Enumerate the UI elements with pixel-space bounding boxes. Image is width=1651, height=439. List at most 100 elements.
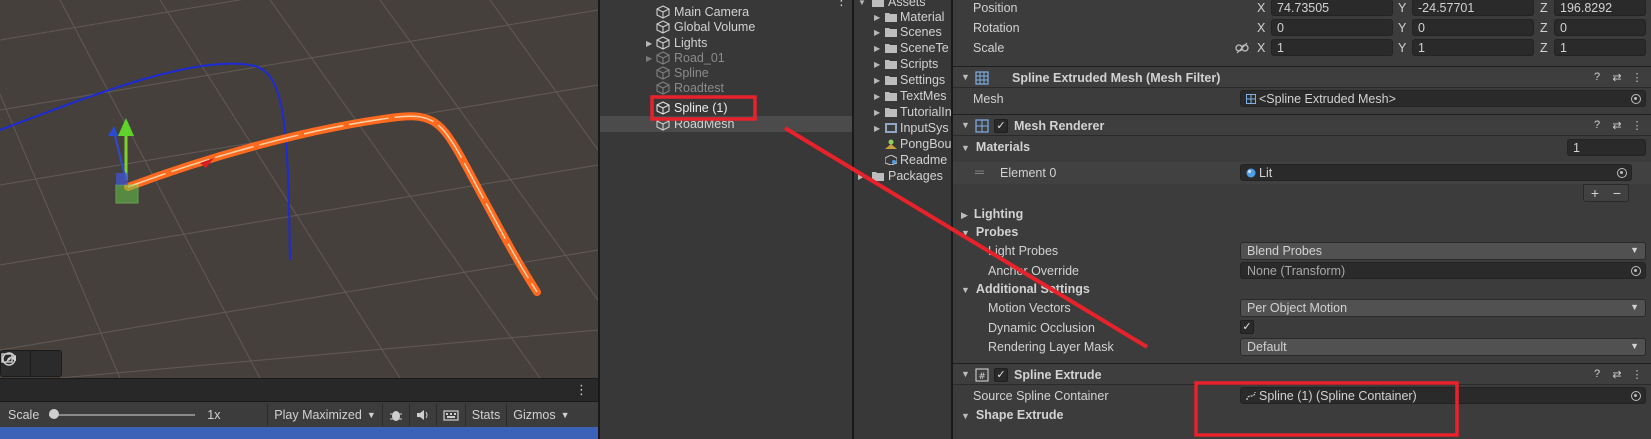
project-folder-scenete[interactable]: ▶ SceneTe (854, 40, 951, 56)
anchor-override-field[interactable]: None (Transform) (1240, 262, 1646, 279)
source-spline-field[interactable]: Spline (1) (Spline Container) (1240, 387, 1646, 404)
rendering-layer-label: Rendering Layer Mask (988, 340, 1114, 354)
project-folder-settings[interactable]: ▶ Settings (854, 72, 951, 88)
additional-settings-foldout[interactable]: ▼ Additional Settings (961, 282, 1090, 296)
project-folder-scenes[interactable]: ▶ Scenes (854, 24, 951, 40)
project-file-readme[interactable]: Readme (854, 152, 951, 168)
scale-x-field[interactable]: 1 (1271, 39, 1393, 56)
chevron-down-icon: ▼ (1630, 302, 1639, 312)
scale-slider-knob[interactable] (49, 408, 60, 419)
audio-icon[interactable] (408, 403, 436, 426)
game-menu-icon[interactable]: ⋮ (575, 382, 588, 398)
hierarchy-item-global-volume[interactable]: Global Volume (600, 19, 852, 35)
expand-arrow-icon[interactable]: ▶ (646, 54, 656, 63)
hierarchy-item-main-camera[interactable]: Main Camera (600, 4, 852, 20)
project-file-pongbou[interactable]: PongBou (854, 136, 951, 152)
folder-icon (885, 13, 897, 22)
rendering-layer-dropdown[interactable]: Default ▼ (1240, 338, 1646, 356)
rotation-z-field[interactable]: 0 (1554, 19, 1646, 36)
project-folder-inputsys[interactable]: ▶ InputSys (854, 120, 951, 136)
rotation-x-field[interactable]: 0 (1271, 19, 1393, 36)
probes-foldout[interactable]: ▼ Probes (961, 225, 1018, 239)
collapse-arrow-icon[interactable]: ▼ (961, 72, 970, 82)
position-z-field[interactable]: 196.8292 (1554, 0, 1646, 16)
bug-icon[interactable] (381, 403, 409, 426)
position-y-field[interactable]: -24.57701 (1412, 0, 1534, 16)
hierarchy-item-road-01[interactable]: ▶ Road_01 (600, 50, 852, 66)
scale-y-field[interactable]: 1 (1412, 39, 1534, 56)
drag-handle-icon[interactable]: ═ (975, 165, 984, 179)
material-field[interactable]: Lit (1240, 164, 1632, 181)
mesh-renderer-header[interactable]: ▼ ✓ Mesh Renderer ? ⇄ ⋮ (953, 114, 1651, 136)
game-view[interactable] (0, 427, 598, 439)
expand-arrow-icon[interactable]: ▶ (858, 172, 864, 181)
rotation-y-field[interactable]: 0 (1412, 19, 1534, 36)
collapse-arrow-icon[interactable]: ▼ (961, 369, 970, 379)
materials-row[interactable]: ▼ Materials 1 (953, 138, 1651, 158)
shape-extrude-foldout[interactable]: ▼ Shape Extrude (961, 408, 1063, 422)
collapse-arrow-icon[interactable]: ▼ (961, 120, 970, 130)
hierarchy-item-spline-1[interactable]: Spline (1) (600, 100, 852, 116)
expand-arrow-icon[interactable]: ▶ (874, 13, 880, 22)
project-folder-textmes[interactable]: ▶ TextMes (854, 88, 951, 104)
expand-arrow-icon[interactable]: ▶ (874, 124, 880, 133)
dynamic-occlusion-checkbox[interactable]: ✓ (1240, 320, 1254, 334)
more-icon[interactable]: ⋮ (1631, 71, 1643, 84)
link-icon[interactable] (1235, 42, 1249, 54)
keyboard-icon[interactable] (435, 403, 465, 426)
presets-icon[interactable]: ⇄ (1611, 71, 1623, 84)
additional-settings-row[interactable]: ▼ Additional Settings (953, 279, 1651, 299)
more-icon[interactable]: ⋮ (1631, 368, 1643, 381)
position-x-field[interactable]: 74.73505 (1271, 0, 1393, 16)
expand-arrow-icon[interactable]: ▶ (646, 39, 656, 48)
play-mode-dropdown[interactable]: Play Maximized ▼ (267, 403, 381, 426)
expand-arrow-icon[interactable]: ▶ (874, 108, 880, 117)
object-picker-icon[interactable] (1617, 168, 1627, 178)
add-element-button[interactable]: + (1584, 185, 1606, 201)
object-picker-icon[interactable] (1631, 94, 1641, 104)
mesh-field[interactable]: <Spline Extruded Mesh> (1240, 90, 1646, 107)
scene-canvas[interactable] (0, 0, 598, 378)
expand-arrow-icon[interactable]: ▶ (874, 60, 880, 69)
hierarchy-item-lights[interactable]: ▶ Lights (600, 35, 852, 51)
scale-slider[interactable] (49, 408, 196, 422)
project-folder-scripts[interactable]: ▶ Scripts (854, 56, 951, 72)
shape-extrude-row[interactable]: ▼ Shape Extrude (953, 405, 1651, 425)
presets-icon[interactable]: ⇄ (1611, 119, 1623, 132)
scene-view[interactable] (0, 0, 598, 378)
compass-icon[interactable] (2, 351, 61, 376)
lighting-foldout[interactable]: ▶ Lighting (961, 207, 1023, 221)
scale-z-field[interactable]: 1 (1554, 39, 1646, 56)
mesh-filter-header[interactable]: ▼ Spline Extruded Mesh (Mesh Filter) ? ⇄ ⋮ (953, 66, 1651, 88)
hierarchy-item-roadmesh[interactable]: RoadMesh (600, 116, 852, 132)
help-icon[interactable]: ? (1591, 71, 1603, 84)
spline-extrude-header[interactable]: ▼ # ✓ Spline Extrude ? ⇄ ⋮ (953, 363, 1651, 385)
expand-arrow-icon[interactable]: ▶ (874, 76, 880, 85)
probes-row[interactable]: ▼ Probes (953, 222, 1651, 242)
spline-extrude-enabled-checkbox[interactable]: ✓ (994, 368, 1008, 382)
gizmos-dropdown[interactable]: Gizmos ▼ (506, 403, 575, 426)
motion-vectors-dropdown[interactable]: Per Object Motion ▼ (1240, 299, 1646, 317)
expand-arrow-icon[interactable]: ▼ (858, 0, 866, 7)
object-picker-icon[interactable] (1631, 391, 1641, 401)
expand-arrow-icon[interactable]: ▶ (874, 92, 880, 101)
lighting-row[interactable]: ▶ Lighting (953, 204, 1651, 224)
expand-arrow-icon[interactable]: ▶ (874, 28, 880, 37)
project-folder-tutorialin[interactable]: ▶ TutorialIn (854, 104, 951, 120)
hierarchy-item-spline[interactable]: Spline (600, 65, 852, 81)
more-icon[interactable]: ⋮ (1631, 119, 1643, 132)
project-folder-material[interactable]: ▶ Material (854, 9, 951, 25)
project-folder-packages[interactable]: ▶ Packages (854, 168, 951, 184)
light-probes-dropdown[interactable]: Blend Probes ▼ (1240, 242, 1646, 260)
hierarchy-item-roadtest[interactable]: Roadtest (600, 80, 852, 96)
mesh-renderer-enabled-checkbox[interactable]: ✓ (994, 119, 1008, 133)
stats-button[interactable]: Stats (464, 403, 507, 426)
help-icon[interactable]: ? (1591, 368, 1603, 381)
expand-arrow-icon[interactable]: ▶ (874, 44, 880, 53)
presets-icon[interactable]: ⇄ (1611, 368, 1623, 381)
help-icon[interactable]: ? (1591, 119, 1603, 132)
object-picker-icon[interactable] (1631, 266, 1641, 276)
materials-count-field[interactable]: 1 (1567, 139, 1646, 156)
remove-element-button[interactable]: − (1606, 185, 1628, 201)
materials-foldout[interactable]: ▼ Materials (961, 140, 1030, 154)
